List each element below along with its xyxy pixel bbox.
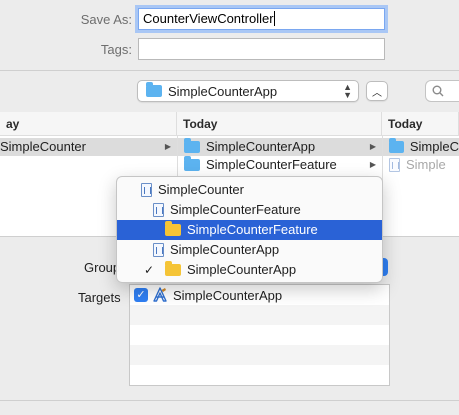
target-label: SimpleCounterApp (173, 287, 283, 303)
browser-item[interactable]: Simple (383, 156, 459, 174)
expand-collapse-button[interactable]: ︿ (366, 81, 388, 101)
divider (0, 400, 459, 401)
browser-item[interactable]: SimpleCounterApp ▶ (178, 138, 382, 156)
target-row-empty (130, 345, 389, 365)
target-row-empty (130, 305, 389, 325)
folder-icon (389, 138, 404, 153)
location-popup[interactable]: SimpleCounterApp ▲ ▼ (137, 80, 359, 102)
browser-item-label: SimpleC (409, 139, 459, 154)
project-icon (141, 183, 152, 197)
tags-field[interactable] (138, 38, 385, 60)
menu-item-label: SimpleCounterApp (170, 242, 280, 257)
xcode-app-icon (153, 287, 167, 302)
save-as-value: CounterViewController (143, 11, 274, 26)
target-checkbox[interactable]: ✓ (134, 288, 148, 302)
target-row-empty (130, 365, 389, 385)
save-as-label: Save As: (80, 12, 132, 27)
target-row-empty (130, 325, 389, 345)
divider (0, 70, 459, 71)
search-icon (432, 85, 444, 97)
document-icon (389, 158, 400, 172)
browser-item[interactable]: SimpleC (383, 138, 459, 156)
menu-item-label: SimpleCounter (158, 182, 244, 197)
chevron-up-icon: ︿ (372, 87, 382, 99)
project-icon (153, 243, 164, 257)
folder-icon (146, 82, 162, 97)
location-current: SimpleCounterApp (168, 83, 278, 99)
text-caret (273, 11, 275, 26)
folder-icon (184, 138, 200, 153)
tags-label: Tags: (100, 42, 132, 57)
save-as-field[interactable]: CounterViewController (138, 8, 385, 30)
folder-icon (165, 221, 181, 236)
disclosure-triangle-icon: ▶ (369, 160, 376, 169)
menu-item-label: SimpleCounterApp (187, 262, 297, 277)
group-menu: SimpleCounter SimpleCounterFeature Simpl… (116, 176, 383, 283)
browser-item-label: Simple (406, 157, 446, 172)
checkmark-icon: ✓ (144, 263, 155, 277)
menu-item-label: SimpleCounterFeature (187, 222, 318, 237)
search-field[interactable] (425, 80, 459, 102)
browser-item-label: SimpleCounterFeature (206, 157, 337, 172)
disclosure-triangle-icon: ▶ (164, 142, 171, 151)
column-header: ay (0, 112, 177, 136)
menu-item[interactable]: SimpleCounterApp (117, 240, 382, 260)
browser-item-label: SimpleCounter (0, 139, 86, 154)
updown-chevron-icon: ▲ ▼ (343, 82, 352, 100)
targets-label: Targets (78, 290, 121, 305)
folder-icon (165, 261, 181, 276)
menu-item-highlighted[interactable]: SimpleCounterFeature (117, 220, 382, 240)
disclosure-triangle-icon: ▶ (369, 142, 376, 151)
target-row[interactable]: ✓ SimpleCounterApp (130, 285, 389, 305)
project-icon (153, 203, 164, 217)
column-header: Today (177, 112, 382, 136)
group-label: Group (84, 260, 121, 275)
menu-item-checked[interactable]: ✓ SimpleCounterApp (117, 260, 382, 280)
browser-item-label: SimpleCounterApp (206, 139, 316, 154)
browser-item[interactable]: SimpleCounterFeature ▶ (178, 156, 382, 174)
browser-item[interactable]: SimpleCounter ▶ (0, 138, 177, 156)
menu-item[interactable]: SimpleCounter (117, 180, 382, 200)
menu-item-label: SimpleCounterFeature (170, 202, 301, 217)
menu-item[interactable]: SimpleCounterFeature (117, 200, 382, 220)
folder-icon (184, 156, 200, 171)
column-header: Today (382, 112, 459, 136)
targets-list: ✓ SimpleCounterApp (129, 284, 390, 386)
